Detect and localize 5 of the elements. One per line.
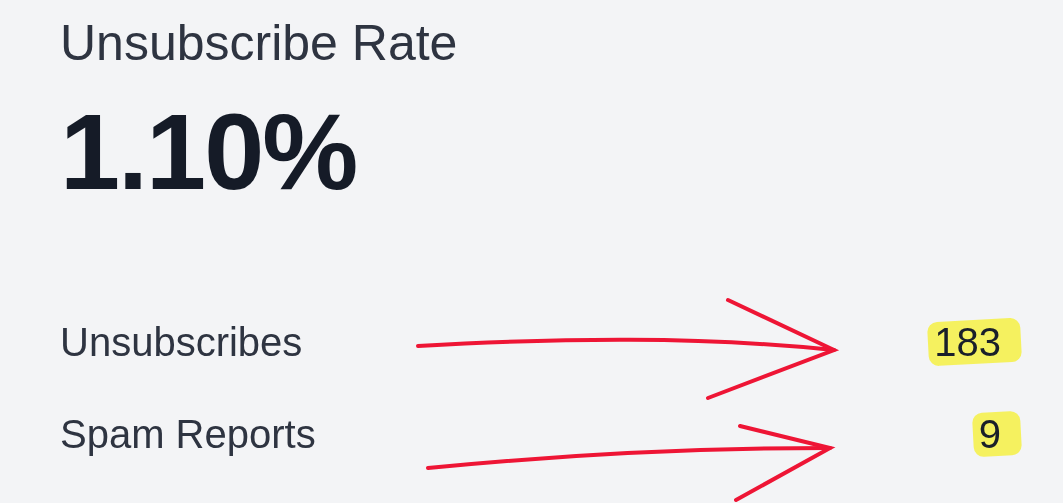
rate-value: 1.10% [60,94,357,210]
highlight-mark [971,410,1023,458]
stat-label: Unsubscribes [60,320,303,364]
card-title: Unsubscribe Rate [60,14,458,73]
stat-label: Spam Reports [60,412,316,456]
